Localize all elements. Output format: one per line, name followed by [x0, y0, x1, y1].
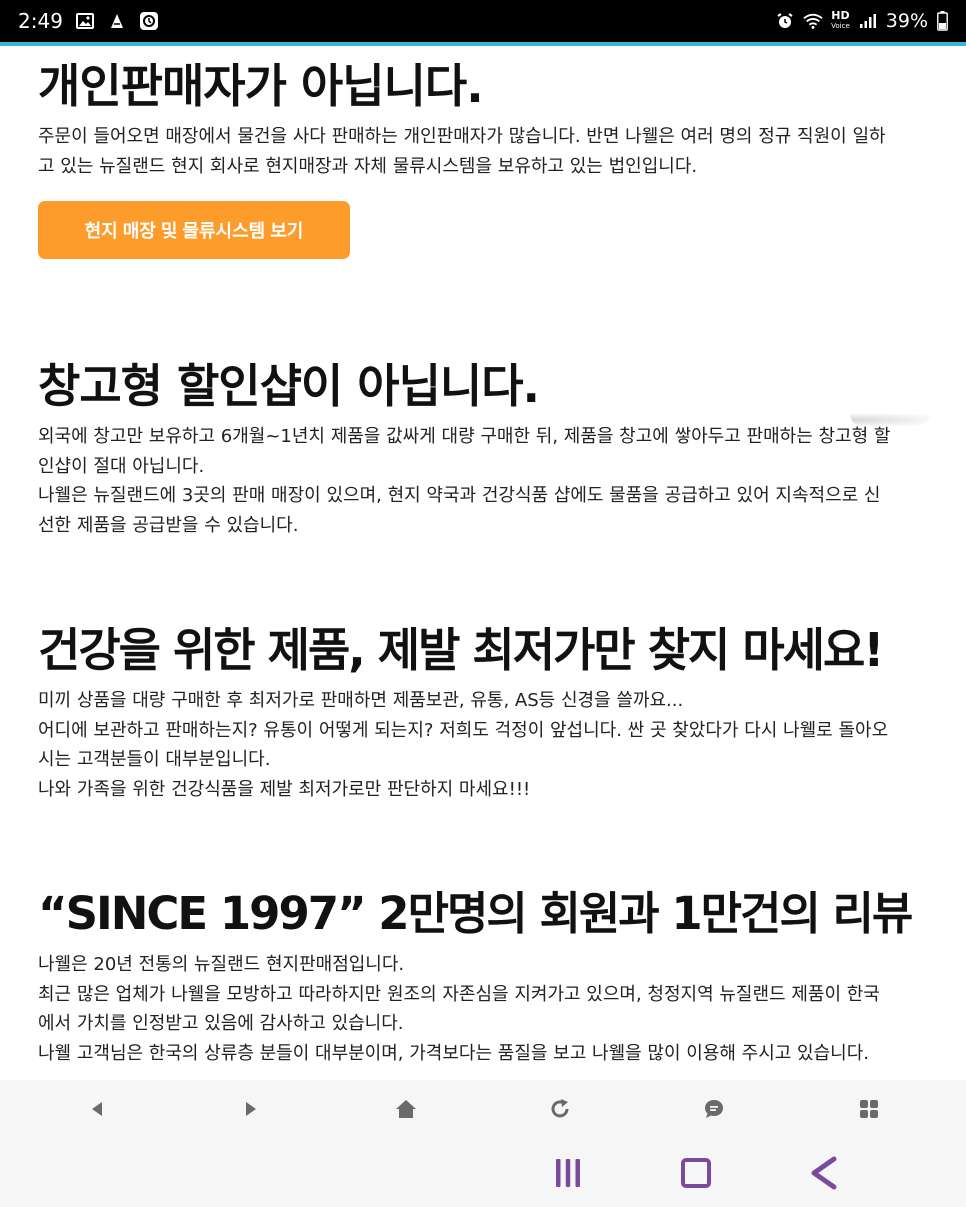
paragraph-line: 어디에 보관하고 판매하는지? 유통이 어떻게 되는지? 저희도 걱정이 앞섭니…: [38, 719, 889, 741]
page-content: 개인판매자가 아닙니다. 주문이 들어오면 매장에서 물건을 사다 판매하는 개…: [0, 50, 966, 1080]
section-heading: “SINCE 1997” 2만명의 회원과 1만건의 리뷰: [38, 887, 913, 940]
hd-badge-top: HD: [831, 9, 850, 22]
wifi-icon: [803, 11, 823, 31]
paragraph-line: 에서 가치를 인정받고 있음에 감사하고 있습니다.: [38, 1013, 404, 1034]
paragraph-line: 고 있는 뉴질랜드 현지 회사로 현지매장과 자체 물류시스템을 보유하고 있는…: [38, 155, 698, 177]
refresh-icon[interactable]: [540, 1089, 580, 1129]
status-left: 2:49: [18, 9, 159, 33]
paragraph-line: 미끼 상품을 대량 구매한 후 최저가로 판매하면 제품보관, 유통, AS등 …: [38, 690, 684, 711]
paragraph-line: 나웰 고객님은 한국의 상류층 분들이 대부분이며, 가격보다는 품질을 보고 …: [38, 1042, 870, 1064]
section-heading: 개인판매자가 아닙니다.: [38, 59, 484, 113]
paragraph-line: 외국에 창고만 보유하고 6개월~1년치 제품을 값싸게 대량 구매한 뒤, 제…: [38, 426, 891, 447]
back-icon[interactable]: [77, 1089, 117, 1129]
section-heading: 창고형 할인샵이 아닙니다.: [38, 359, 540, 413]
signal-icon: [858, 11, 878, 31]
paragraph-line: 최근 많은 업체가 나웰을 모방하고 따라하지만 원조의 자존심을 지켜가고 있…: [38, 983, 880, 1005]
home-square-icon[interactable]: [676, 1154, 716, 1192]
section-not-individual-seller: 개인판매자가 아닙니다. 주문이 들어오면 매장에서 물건을 사다 판매하는 개…: [38, 58, 928, 259]
paragraph-line: 나와 가족을 위한 건강식품을 제발 최저가로만 판단하지 마세요!!!: [38, 778, 531, 800]
home-icon[interactable]: [386, 1089, 426, 1129]
hd-voice-badge: HD Voice: [831, 9, 850, 31]
status-right: HD Voice 39%: [775, 10, 948, 32]
paragraph-line: 시는 고객분들이 대부분입니다.: [38, 749, 271, 770]
section-paragraph: 나웰은 20년 전통의 뉴질랜드 현지판매점입니다. 최근 많은 업체가 나웰을…: [38, 950, 928, 1068]
alarm-icon: [775, 11, 795, 31]
paragraph-line: 인샵이 절대 아닙니다.: [38, 455, 205, 477]
forward-icon[interactable]: [231, 1089, 271, 1129]
chat-icon[interactable]: [694, 1089, 734, 1129]
status-bar: 2:49 HD Voice 39%: [0, 0, 966, 46]
status-time: 2:49: [18, 9, 63, 33]
back-arrow-icon[interactable]: [804, 1154, 844, 1192]
app-icon: [139, 11, 159, 31]
paragraph-line: 선한 제품을 공급받을 수 있습니다.: [38, 514, 299, 536]
section-dont-only-seek-lowest-price: 건강을 위한 제품, 제발 최저가만 찾지 마세요! 미끼 상품을 대량 구매한…: [38, 622, 928, 804]
section-heading: 건강을 위한 제품, 제발 최저가만 찾지 마세요!: [38, 623, 884, 677]
hd-badge-bottom: Voice: [831, 22, 850, 30]
section-paragraph: 미끼 상품을 대량 구매한 후 최저가로 판매하면 제품보관, 유통, AS등 …: [38, 686, 928, 804]
system-navigation-bar: [0, 1138, 966, 1207]
battery-icon: [936, 11, 948, 31]
paragraph-line: 나웰은 20년 전통의 뉴질랜드 현지판매점입니다.: [38, 954, 405, 975]
notification-icon: [107, 11, 127, 31]
battery-percent: 39%: [885, 10, 928, 32]
paragraph-line: 주문이 들어오면 매장에서 물건을 사다 판매하는 개인판매자가 많습니다. 반…: [38, 126, 886, 147]
section-since-1997: “SINCE 1997” 2만명의 회원과 1만건의 리뷰 나웰은 20년 전통…: [38, 886, 928, 1068]
section-paragraph: 주문이 들어오면 매장에서 물건을 사다 판매하는 개인판매자가 많습니다. 반…: [38, 122, 928, 181]
section-not-warehouse-discount: 창고형 할인샵이 아닙니다. 외국에 창고만 보유하고 6개월~1년치 제품을 …: [38, 358, 928, 540]
gallery-icon: [75, 11, 95, 31]
paragraph-line: 나웰은 뉴질랜드에 3곳의 판매 매장이 있으며, 현지 약국과 건강식품 샵에…: [38, 485, 881, 506]
recent-apps-icon[interactable]: [548, 1154, 588, 1192]
browser-toolbar: [0, 1080, 966, 1138]
section-paragraph: 외국에 창고만 보유하고 6개월~1년치 제품을 값싸게 대량 구매한 뒤, 제…: [38, 422, 928, 540]
view-store-logistics-button[interactable]: 현지 매장 및 물류시스템 보기: [38, 201, 350, 259]
menu-grid-icon[interactable]: [849, 1089, 889, 1129]
